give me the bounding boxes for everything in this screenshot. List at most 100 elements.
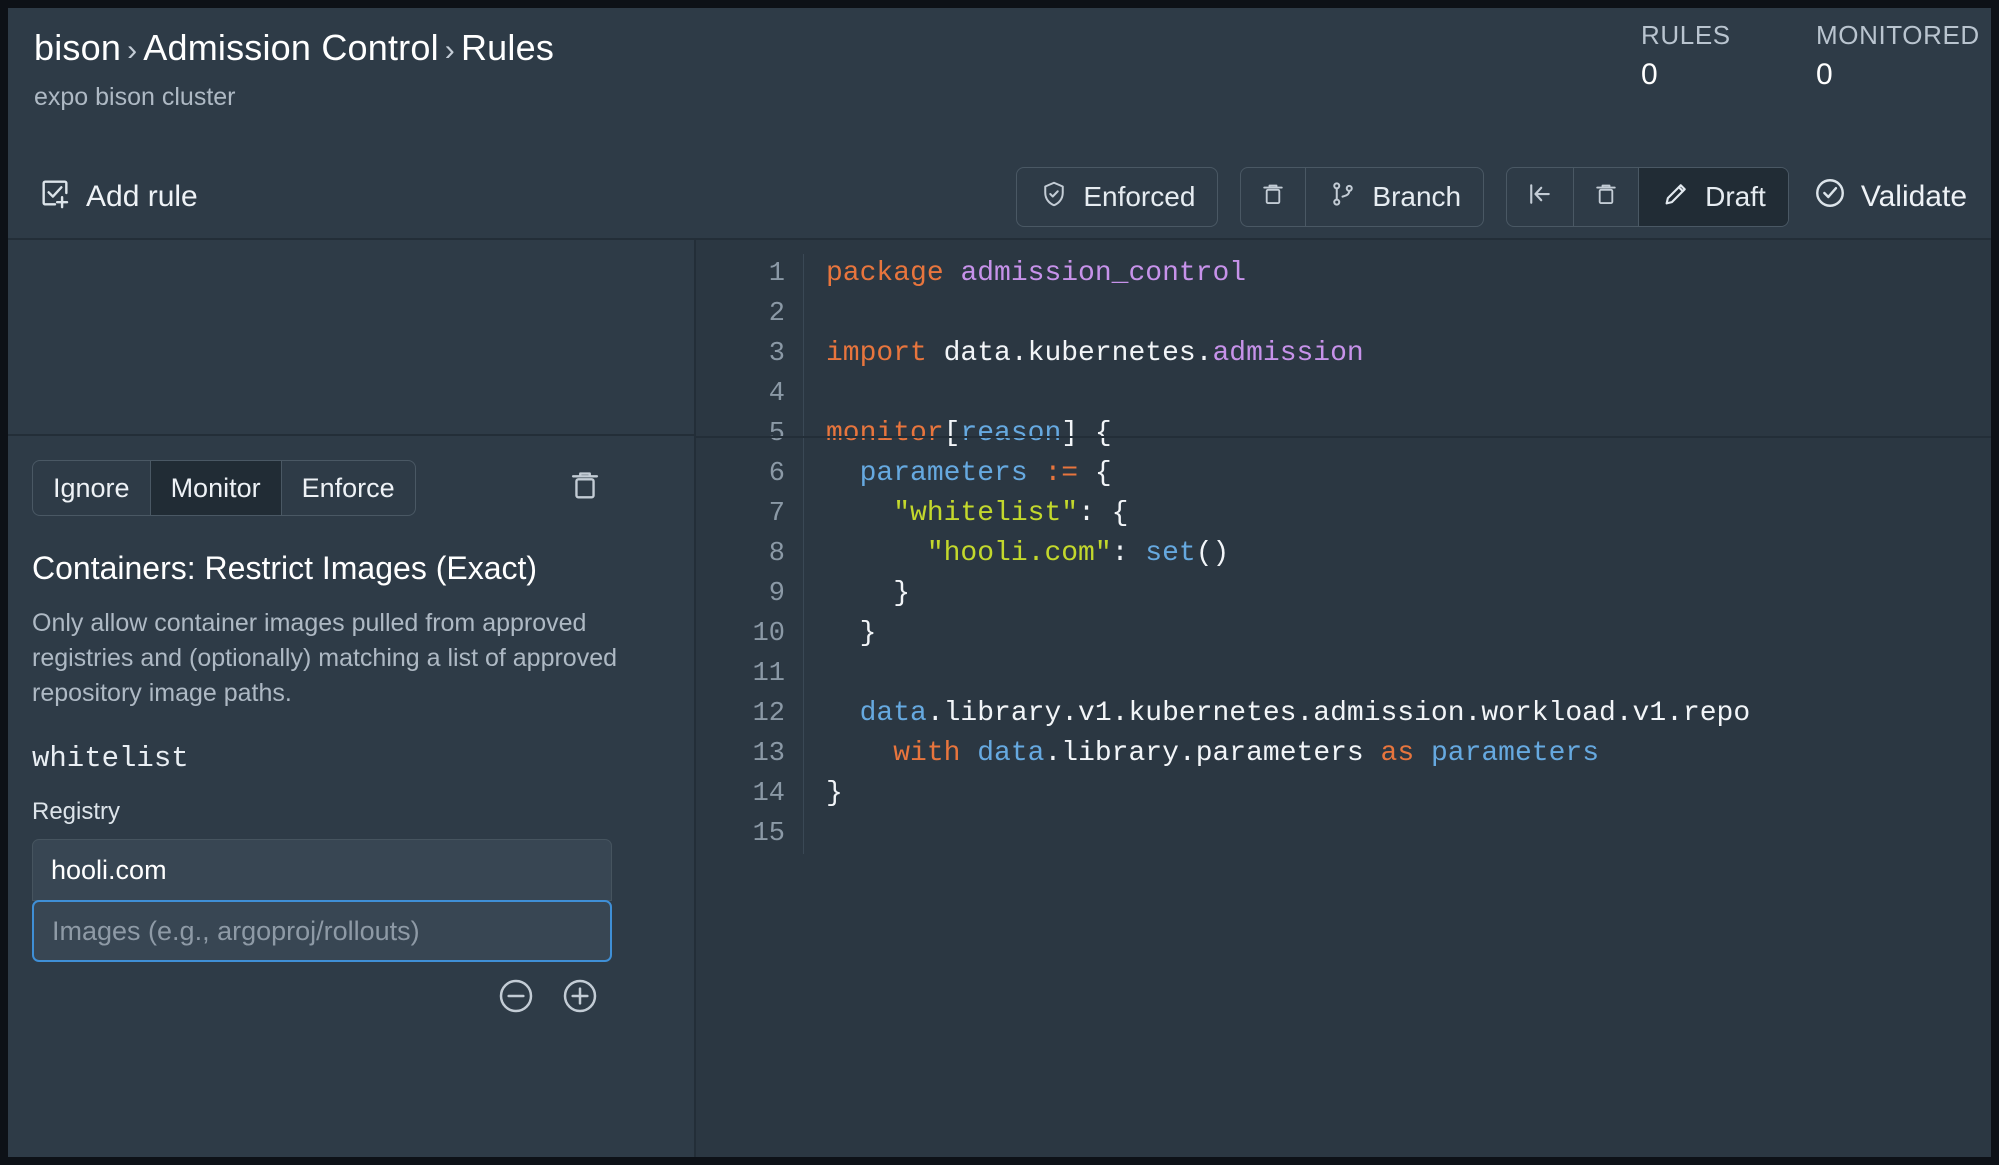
parameter-name: whitelist <box>32 742 189 775</box>
stat-rules: RULES 0 <box>1641 18 1816 95</box>
registry-inputs <box>32 839 670 962</box>
code-text[interactable]: package admission_control <box>804 254 1246 294</box>
rule-title: Containers: Restrict Images (Exact) <box>32 550 538 586</box>
code-line: 7 "whitelist": { <box>696 494 1991 534</box>
draft-label: Draft <box>1705 181 1766 212</box>
toolbar-actions: Enforced Branch Draft Validate <box>1016 167 1969 227</box>
add-rule-label: Add rule <box>86 180 198 213</box>
rule-mode-enforce[interactable]: Enforce <box>282 461 415 515</box>
page-header: bison › Admission Control › Rules expo bison… <box>8 8 1991 156</box>
code-text[interactable]: import data.kubernetes.admission <box>804 334 1364 374</box>
delete-draft-button[interactable] <box>1574 168 1640 226</box>
line-number: 1 <box>696 254 804 294</box>
code-text[interactable]: monitor[reason] { <box>804 414 1112 454</box>
code-text[interactable]: with data.library.parameters as paramete… <box>804 734 1599 774</box>
code-line: 2 <box>696 294 1991 334</box>
line-number: 13 <box>696 734 804 774</box>
code-line: 9 } <box>696 574 1991 614</box>
stat-monitored-label: MONITORED <box>1816 20 1980 50</box>
branch-group: Branch <box>1240 167 1485 227</box>
delete-rule-button[interactable] <box>566 466 604 509</box>
breadcrumb-separator: › <box>444 34 455 67</box>
enforced-button[interactable]: Enforced <box>1017 168 1217 226</box>
code-text[interactable]: "whitelist": { <box>804 494 1128 534</box>
code-text[interactable]: parameters := { <box>804 454 1112 494</box>
revert-button[interactable] <box>1507 168 1575 226</box>
code-rows: 1 package admission_control 2 3 import data.… <box>696 240 1991 854</box>
policy-code-editor[interactable]: 1 package admission_control 2 3 import data.… <box>696 240 1991 1157</box>
rule-mode-monitor[interactable]: Monitor <box>150 461 282 515</box>
rule-mode-row: Ignore Monitor Enforce <box>8 460 694 516</box>
stat-rules-value: 0 <box>1641 58 1658 91</box>
rules-empty-area <box>8 240 694 436</box>
entry-controls <box>32 976 612 1021</box>
breadcrumb-separator: › <box>127 34 138 67</box>
stat-monitored: MONITORED 0 <box>1816 18 1991 95</box>
code-text[interactable]: "hooli.com": set() <box>804 534 1229 574</box>
line-number: 4 <box>696 374 804 414</box>
code-line: 8 "hooli.com": set() <box>696 534 1991 574</box>
rules-panel: Ignore Monitor Enforce Containers: Restr… <box>8 240 696 1157</box>
code-line: 14} <box>696 774 1991 814</box>
draft-button[interactable]: Draft <box>1639 168 1788 226</box>
header-stats: RULES 0 MONITORED 0 <box>1641 18 1991 95</box>
breadcrumb-item-cluster[interactable]: bison <box>34 27 121 68</box>
pencil-icon <box>1661 179 1691 216</box>
admission-control-rules-page: bison › Admission Control › Rules expo bison… <box>8 8 1991 1157</box>
git-branch-icon <box>1328 179 1358 216</box>
stat-monitored-value: 0 <box>1816 58 1833 91</box>
breadcrumb-item-admission-control[interactable]: Admission Control <box>143 27 439 68</box>
line-number: 9 <box>696 574 804 614</box>
draft-group: Draft <box>1506 167 1789 227</box>
delete-branch-button[interactable] <box>1241 168 1307 226</box>
trash-icon <box>566 472 604 508</box>
code-text[interactable]: data.library.v1.kubernetes.admission.wor… <box>804 694 1751 734</box>
minus-circle-icon[interactable] <box>496 976 536 1021</box>
registry-field-label: Registry <box>32 798 121 825</box>
code-line: 4 <box>696 374 1991 414</box>
enforced-label: Enforced <box>1083 181 1196 212</box>
rule-mode-ignore[interactable]: Ignore <box>33 461 151 515</box>
line-number: 3 <box>696 334 804 374</box>
add-rule-button[interactable]: Add rule <box>34 170 202 224</box>
line-number: 6 <box>696 454 804 494</box>
rule-description: Only allow container images pulled from … <box>32 609 618 707</box>
enforced-group: Enforced <box>1016 167 1219 227</box>
branch-button[interactable]: Branch <box>1306 168 1483 226</box>
rule-mode-group: Ignore Monitor Enforce <box>32 460 416 516</box>
line-number: 12 <box>696 694 804 734</box>
line-number: 15 <box>696 814 804 854</box>
plus-circle-icon[interactable] <box>560 976 600 1021</box>
rule-card: Ignore Monitor Enforce Containers: Restr… <box>8 436 694 1157</box>
trash-icon <box>1592 180 1620 215</box>
line-number: 11 <box>696 654 804 694</box>
editor-divider <box>696 436 1991 438</box>
registry-input[interactable] <box>32 839 612 901</box>
code-line: 3 import data.kubernetes.admission <box>696 334 1991 374</box>
page-body: Ignore Monitor Enforce Containers: Restr… <box>8 240 1991 1157</box>
breadcrumb-item-rules[interactable]: Rules <box>461 27 554 68</box>
shield-check-icon <box>1039 179 1069 216</box>
trash-icon <box>1259 180 1287 215</box>
validate-button[interactable]: Validate <box>1811 170 1969 224</box>
code-line: 15 <box>696 814 1991 854</box>
code-line: 5 monitor[reason] { <box>696 414 1991 454</box>
code-line: 1 package admission_control <box>696 254 1991 294</box>
line-number: 2 <box>696 294 804 334</box>
code-line: 13 with data.library.parameters as param… <box>696 734 1991 774</box>
circle-check-icon <box>1813 176 1847 218</box>
checkbox-plus-icon <box>38 176 72 218</box>
images-input[interactable] <box>32 900 612 962</box>
code-line: 10 } <box>696 614 1991 654</box>
line-number: 14 <box>696 774 804 814</box>
code-text[interactable]: } <box>804 614 877 654</box>
code-line: 12 data.library.v1.kubernetes.admission.… <box>696 694 1991 734</box>
line-number: 5 <box>696 414 804 454</box>
stat-rules-label: RULES <box>1641 20 1731 50</box>
line-number: 7 <box>696 494 804 534</box>
revert-to-start-icon <box>1525 179 1555 216</box>
toolbar: Add rule Enforced Branch Draft Validate <box>8 156 1991 240</box>
validate-label: Validate <box>1860 180 1967 213</box>
code-text[interactable]: } <box>804 774 843 814</box>
code-text[interactable]: } <box>804 574 910 614</box>
